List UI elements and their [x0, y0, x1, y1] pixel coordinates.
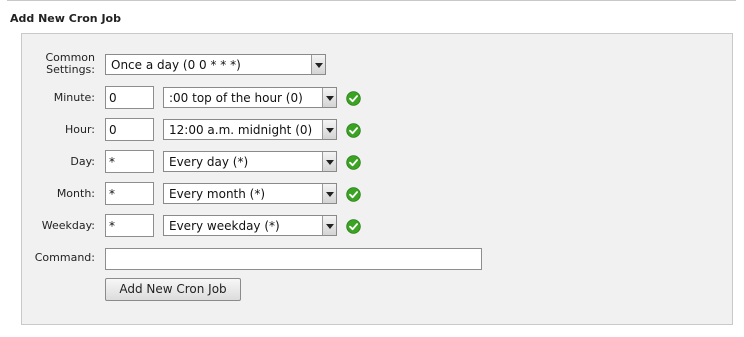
day-select[interactable]: Every day (*): [163, 151, 337, 172]
common-settings-selected: Once a day (0 0 * * *): [111, 58, 241, 72]
minute-input[interactable]: [105, 86, 154, 109]
dropdown-arrow[interactable]: [322, 216, 336, 235]
weekday-select[interactable]: Every weekday (*): [163, 215, 337, 236]
chevron-down-icon: [326, 96, 334, 101]
dropdown-arrow[interactable]: [322, 152, 336, 171]
top-divider: [7, 0, 736, 1]
hour-select[interactable]: 12:00 a.m. midnight (0): [163, 119, 337, 140]
weekday-label: Weekday:: [41, 219, 95, 232]
minute-label: Minute:: [53, 91, 95, 104]
section-title: Add New Cron Job: [10, 12, 121, 25]
hour-label: Hour:: [64, 123, 95, 136]
dropdown-arrow[interactable]: [322, 120, 336, 139]
month-input[interactable]: [105, 182, 154, 205]
command-input[interactable]: [105, 248, 482, 270]
month-selected: Every month (*): [169, 187, 266, 201]
command-label: Command:: [34, 251, 95, 264]
month-valid-check-icon: [346, 187, 361, 202]
dropdown-arrow[interactable]: [322, 88, 336, 107]
dropdown-arrow[interactable]: [322, 184, 336, 203]
day-valid-check-icon: [346, 155, 361, 170]
common-settings-select[interactable]: Once a day (0 0 * * *): [105, 54, 326, 75]
day-input[interactable]: [105, 150, 154, 173]
hour-valid-check-icon: [346, 123, 361, 138]
chevron-down-icon: [315, 63, 323, 68]
month-select[interactable]: Every month (*): [163, 183, 337, 204]
common-settings-label: Common Settings:: [45, 52, 95, 76]
weekday-selected: Every weekday (*): [169, 219, 280, 233]
month-label: Month:: [56, 187, 95, 200]
add-cron-job-button[interactable]: Add New Cron Job: [105, 278, 241, 301]
minute-valid-check-icon: [346, 91, 361, 106]
chevron-down-icon: [326, 160, 334, 165]
dropdown-arrow[interactable]: [311, 55, 325, 74]
minute-select[interactable]: :00 top of the hour (0): [163, 87, 337, 108]
day-selected: Every day (*): [169, 155, 249, 169]
chevron-down-icon: [326, 192, 334, 197]
weekday-valid-check-icon: [346, 219, 361, 234]
chevron-down-icon: [326, 224, 334, 229]
chevron-down-icon: [326, 128, 334, 133]
weekday-input[interactable]: [105, 214, 154, 237]
hour-input[interactable]: [105, 118, 154, 141]
hour-selected: 12:00 a.m. midnight (0): [169, 123, 313, 137]
minute-selected: :00 top of the hour (0): [169, 91, 303, 105]
common-settings-label-line2: Settings:: [46, 63, 95, 76]
day-label: Day:: [70, 155, 95, 168]
